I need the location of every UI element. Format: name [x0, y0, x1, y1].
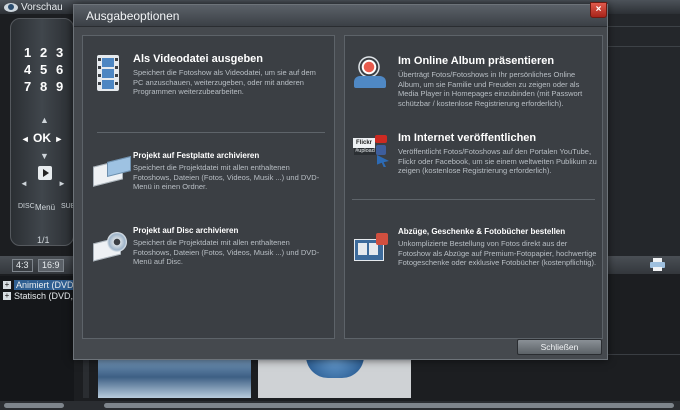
remote-digit-8[interactable]: 8 — [40, 79, 47, 94]
option-separator — [352, 199, 595, 200]
play-icon[interactable] — [38, 166, 52, 180]
remote-up-button[interactable]: ▲ — [40, 115, 49, 125]
expand-icon[interactable]: + — [3, 292, 11, 300]
option-archive-harddisk[interactable]: Projekt auf Festplatte archivieren Speic… — [133, 151, 328, 192]
option-title: Im Online Album präsentieren — [398, 55, 555, 67]
option-title: Im Internet veröffentlichen — [398, 132, 537, 144]
internet-publish-icon[interactable]: Flickr #upload — [353, 135, 389, 167]
option-description: Speichert die Fotoshow als Videodatei, u… — [133, 68, 316, 97]
close-dialog-button[interactable]: Schließen — [517, 339, 602, 355]
prints-gifts-icon[interactable] — [354, 233, 388, 261]
local-output-panel: Als Videodatei ausgeben Speichert die Fo… — [82, 35, 335, 339]
option-title: Projekt auf Disc archivieren — [133, 226, 239, 235]
option-title: Projekt auf Festplatte archivieren — [133, 151, 260, 160]
remote-digit-9[interactable]: 9 — [56, 79, 63, 94]
option-publish-internet[interactable]: Im Internet veröffentlichen Veröffentlic… — [398, 132, 598, 176]
youtube-icon — [375, 135, 387, 143]
printer-icon[interactable] — [650, 258, 665, 271]
horizontal-scrollbar[interactable] — [0, 401, 680, 410]
cursor-icon — [377, 155, 389, 167]
option-description: Veröffentlicht Fotos/Fotoshows auf den P… — [398, 147, 597, 176]
menu-style-tree: + Animiert (DVD) + Statisch (DVD, VC — [0, 276, 88, 401]
dialog-title: Ausgabeoptionen — [86, 9, 180, 23]
panel-divider — [606, 26, 680, 27]
remote-menu-button[interactable]: Menü — [35, 203, 55, 212]
remote-down-button[interactable]: ▼ — [40, 151, 49, 161]
remote-digit-2[interactable]: 2 — [40, 45, 47, 60]
remote-control: 1 2 3 4 5 6 7 8 9 ▲ ◄ OK ► ▼ ◄ ► DISC Me… — [10, 18, 75, 246]
option-online-album[interactable]: Im Online Album präsentieren Überträgt F… — [398, 55, 598, 108]
option-description: Speichert die Projektdatei mit allen ent… — [133, 238, 320, 267]
dialog-titlebar[interactable]: Ausgabeoptionen — [74, 5, 607, 27]
expand-icon[interactable]: + — [3, 281, 11, 289]
option-title: Als Videodatei ausgeben — [133, 53, 264, 65]
eye-icon — [4, 2, 18, 12]
option-export-video[interactable]: Als Videodatei ausgeben Speichert die Fo… — [133, 53, 328, 97]
remote-digit-3[interactable]: 3 — [56, 45, 63, 60]
remote-digit-4[interactable]: 4 — [24, 62, 31, 77]
film-strip-icon[interactable] — [97, 55, 119, 91]
page-indicator: 1/1 — [37, 235, 50, 245]
preview-label: Vorschau — [21, 1, 63, 13]
remote-digit-7[interactable]: 7 — [24, 79, 31, 94]
option-order-prints[interactable]: Abzüge, Geschenke & Fotobücher bestellen… — [398, 227, 598, 268]
option-description: Speichert die Projektdatei mit allen ent… — [133, 163, 320, 192]
menu-thumbnail-1[interactable] — [98, 356, 251, 398]
vertical-scrollbar[interactable] — [83, 356, 89, 398]
option-separator — [97, 132, 325, 133]
panel-divider — [606, 46, 680, 47]
output-options-dialog: Ausgabeoptionen × Als Videodatei ausgebe… — [73, 2, 608, 360]
remote-ok-button[interactable]: OK — [33, 131, 51, 145]
remote-prev-button[interactable]: ◄ — [20, 179, 28, 188]
facebook-icon — [376, 145, 386, 155]
online-output-panel: Im Online Album präsentieren Überträgt F… — [344, 35, 603, 339]
tree-item-animated[interactable]: + Animiert (DVD) — [3, 280, 79, 290]
remote-digit-1[interactable]: 1 — [24, 45, 31, 60]
remote-left-button[interactable]: ◄ — [21, 134, 30, 144]
ratio-4-3-button[interactable]: 4:3 — [12, 259, 33, 272]
disc-archive-icon[interactable] — [93, 232, 127, 262]
remote-disc-button[interactable]: DISC — [18, 203, 35, 210]
dialog-close-button[interactable]: × — [590, 2, 607, 18]
option-description: Überträgt Fotos/Fotoshows in Ihr persönl… — [398, 70, 583, 108]
option-archive-disc[interactable]: Projekt auf Disc archivieren Speichert d… — [133, 226, 328, 267]
ratio-16-9-button[interactable]: 16:9 — [38, 259, 64, 272]
remote-digit-6[interactable]: 6 — [56, 62, 63, 77]
flickr-badge: Flickr — [353, 138, 375, 148]
archive-box-icon[interactable] — [93, 156, 131, 187]
menu-thumbnail-2[interactable] — [258, 356, 411, 398]
remote-digit-5[interactable]: 5 — [40, 62, 47, 77]
remote-next-button[interactable]: ► — [58, 179, 66, 188]
upload-badge: #upload — [354, 148, 376, 155]
remote-right-button[interactable]: ► — [54, 134, 63, 144]
option-description: Unkomplizierte Bestellung von Fotos dire… — [398, 239, 597, 268]
preview-header[interactable]: Vorschau — [4, 1, 63, 13]
tree-item-label: Animiert (DVD) — [14, 280, 79, 290]
right-side-panel — [606, 14, 680, 256]
online-album-icon[interactable] — [354, 54, 386, 88]
option-title: Abzüge, Geschenke & Fotobücher bestellen — [398, 227, 566, 236]
